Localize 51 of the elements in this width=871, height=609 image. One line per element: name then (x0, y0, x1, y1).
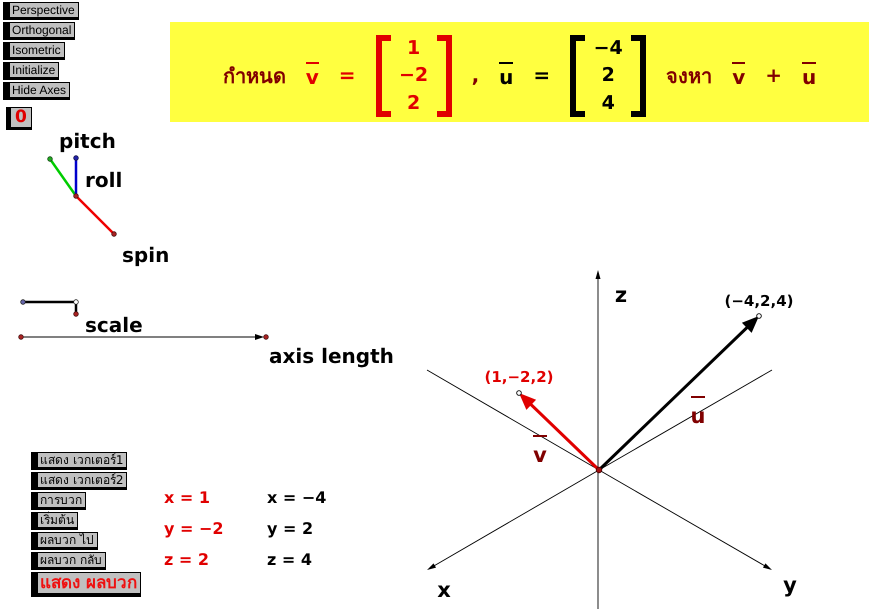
coordinate-text: y = 2 (267, 518, 314, 540)
y-axis-label: y (783, 573, 797, 597)
spin-handle[interactable] (75, 195, 117, 237)
math-symbol: + (765, 63, 782, 87)
endpoint-coordinates: (−4,2,4) (724, 292, 794, 310)
view-button[interactable]: Isometric (3, 42, 65, 60)
roll-label: roll (85, 168, 122, 192)
spin-label: spin (122, 243, 170, 267)
scale-handle[interactable] (20, 299, 79, 317)
right-bracket-icon (436, 35, 452, 117)
matrix-entry: −4 (594, 39, 623, 58)
matrix-entry: 2 (602, 66, 615, 86)
action-button[interactable]: ผลบวก ไป (31, 532, 98, 550)
x-axis-label: x (437, 578, 451, 602)
endpoint-marker (516, 390, 522, 396)
view-button[interactable]: Hide Axes (3, 82, 70, 100)
math-symbol: , (472, 63, 480, 87)
action-button[interactable]: การบวก (31, 492, 86, 510)
scale-label: scale (85, 313, 143, 337)
axis-length-arrow[interactable] (18, 334, 269, 340)
coordinate-text: z = 2 (164, 549, 210, 571)
math-symbol: = (338, 63, 356, 87)
origin-point (596, 466, 602, 474)
coordinate-text: x = 1 (164, 487, 211, 509)
coordinate-text: x = −4 (267, 487, 325, 509)
matrix-entry: −2 (398, 66, 428, 86)
z-axis-label: z (614, 283, 628, 307)
matrix-entry: 2 (406, 94, 420, 113)
axis-length-label: axis length (269, 344, 394, 368)
pivot-point (73, 193, 79, 199)
vector-name-label: v (533, 435, 547, 467)
matrix-entry: 1 (406, 39, 420, 58)
endpoint-coordinates: (1,−2,2) (484, 368, 554, 386)
view-button[interactable]: Orthogonal (3, 22, 76, 40)
endpoint-marker (756, 313, 762, 319)
action-button[interactable]: แสดง เวกเตอร์1 (31, 452, 128, 470)
right-bracket-icon (631, 35, 646, 117)
pitch-label: pitch (59, 129, 116, 153)
action-button[interactable]: ผลบวก กลับ (31, 552, 106, 570)
problem-text: จงหา (666, 64, 712, 88)
problem-text: กำหนด (222, 64, 286, 88)
view-button[interactable]: Initialize (3, 62, 60, 80)
action-button[interactable]: แสดง เวกเตอร์2 (31, 472, 128, 490)
pitch-handle[interactable] (47, 156, 78, 197)
coordinate-text: z = 4 (267, 549, 313, 571)
action-button[interactable]: เริ่มต้น (31, 512, 78, 530)
view-button[interactable]: Perspective (3, 2, 79, 20)
coordinate-text: y = −2 (164, 518, 222, 540)
matrix-entry: 4 (602, 94, 615, 113)
roll-handle[interactable] (73, 155, 79, 196)
math-symbol: = (533, 63, 550, 87)
